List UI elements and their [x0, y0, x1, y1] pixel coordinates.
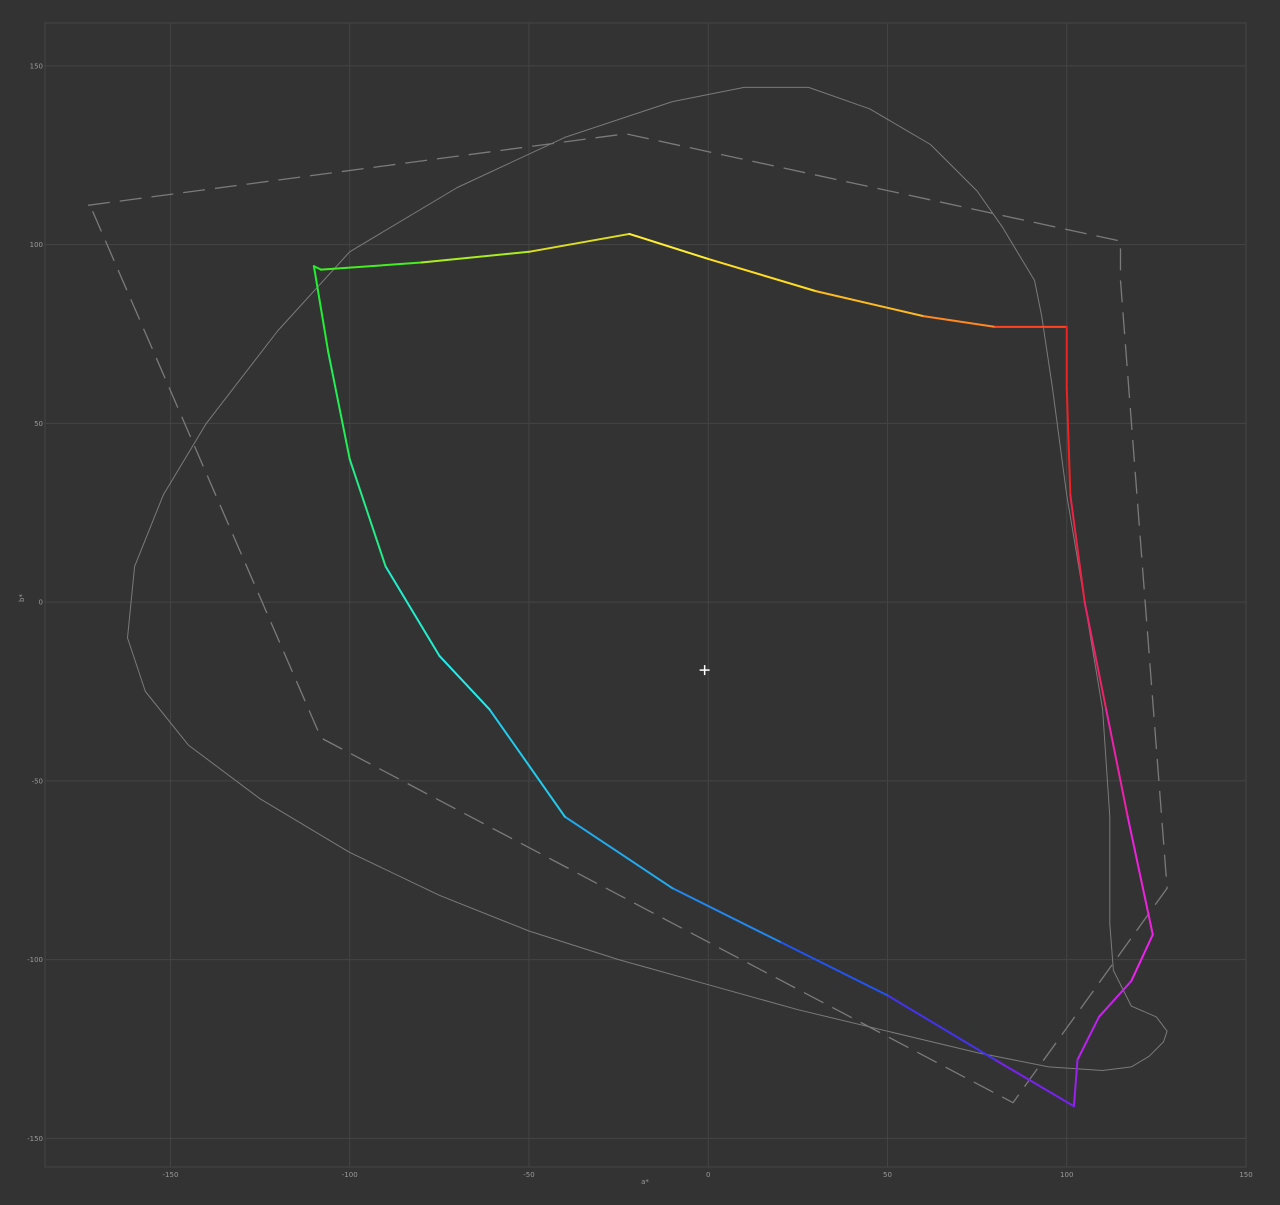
gamut-segment [384, 565, 441, 657]
plot-frame [44, 22, 1247, 1168]
gamut-segment [348, 458, 387, 568]
x-tick-label: -100 [342, 1171, 358, 1179]
gamut-segment [1105, 708, 1129, 818]
solid-reference-line [127, 86, 1168, 1071]
gamut-segment [563, 815, 674, 890]
gamut-segment [312, 265, 330, 353]
gamut-segment [1126, 815, 1154, 936]
gamut-segment [628, 232, 710, 260]
x-tick-label: -50 [523, 1171, 534, 1179]
x-tick-label: 0 [706, 1171, 710, 1179]
y-axis-label: b* [18, 594, 26, 602]
y-tick-label: 100 [30, 241, 43, 249]
y-tick-label: -100 [27, 956, 43, 964]
gamut-segment [707, 257, 817, 293]
gamut-segment [1098, 980, 1133, 1018]
gamut-segment [1065, 386, 1072, 496]
gamut-chart: -150 -100 -50 0 50 100 150 150 100 50 0 -50 -100 -150… [18, 22, 1253, 1186]
gamut-segment [438, 654, 491, 711]
gamut-segment [527, 232, 631, 253]
y-tick-label: 150 [30, 62, 43, 70]
x-tick-label: 100 [1060, 1171, 1073, 1179]
gamut-segment [671, 887, 781, 943]
gamut-segment [420, 250, 530, 264]
x-axis-label: a* [641, 1178, 649, 1186]
y-tick-label: -150 [27, 1135, 43, 1143]
gamut-segment [1069, 493, 1086, 604]
x-tick-label: 50 [883, 1171, 892, 1179]
y-tick-label: 0 [39, 599, 43, 607]
gamut-segment [1083, 601, 1108, 711]
gamut-segment [1130, 933, 1154, 983]
x-tick-label: -150 [163, 1171, 179, 1179]
gamut-outline [312, 232, 1154, 1108]
gamut-segment [1076, 1015, 1101, 1061]
reference-lines [87, 86, 1168, 1104]
gamut-segment [922, 315, 997, 328]
gamut-segment [814, 290, 925, 318]
gamut-segment [488, 708, 566, 818]
y-tick-label: 50 [34, 420, 43, 428]
gamut-segment [327, 350, 351, 461]
x-tick-label: 150 [1239, 1171, 1252, 1179]
gamut-segment [1072, 1058, 1079, 1108]
grid [44, 22, 1247, 1168]
gamut-segment [778, 940, 889, 997]
gamut-segment [886, 994, 997, 1061]
dashed-reference-line [87, 133, 1168, 1104]
y-tick-label: -50 [32, 777, 43, 785]
